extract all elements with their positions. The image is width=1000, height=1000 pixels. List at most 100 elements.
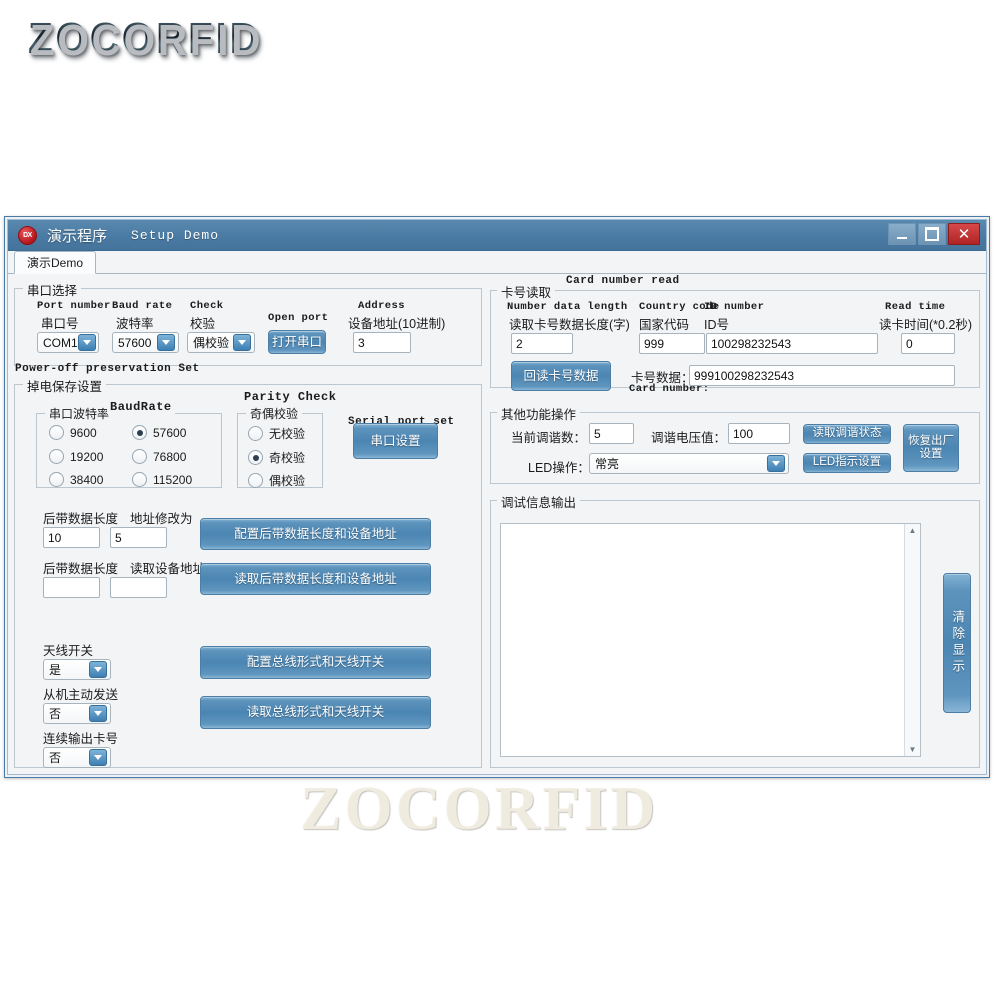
read-time-label-cn: 读卡时间(*0.2秒) [879,318,973,332]
read-bus-antenna-button[interactable]: 读取总线形式和天线开关 [200,696,431,729]
card-read-group: 卡号读取 Card number read Number data length… [490,275,980,395]
config-length-address-button[interactable]: 配置后带数据长度和设备地址 [200,518,431,550]
window-inner: DX 演示程序 Setup Demo ✕ 演示Demo 串口选择 Port nu… [7,219,987,843]
read-time-label-en: Read time [885,301,946,313]
radio-indicator [248,426,263,441]
maximize-button[interactable] [918,223,946,245]
chevron-down-icon[interactable] [157,334,175,351]
id-number-input[interactable]: 100298232543 [706,333,878,354]
radio-9600[interactable]: 9600 [49,425,97,440]
chevron-down-icon[interactable] [89,705,107,722]
address-read-input[interactable] [110,577,167,598]
serial-select-group: 串口选择 Port number 串口号 COM1 Baud rate 波特率 … [14,280,482,366]
chevron-down-icon[interactable] [233,334,251,351]
read-length-address-button[interactable]: 读取后带数据长度和设备地址 [200,563,431,595]
slave-send-label: 从机主动发送 [43,688,119,702]
read-tune-status-button[interactable]: 读取调谐状态 [803,424,891,444]
radio-76800[interactable]: 76800 [132,449,186,464]
baudrate-group-label-cn: 串口波特率 [45,405,114,422]
radio-indicator-selected [132,425,147,440]
tab-demo[interactable]: 演示Demo [14,251,97,274]
led-operation-select[interactable]: 常亮 [589,453,789,474]
window-controls: ✕ [888,223,980,245]
continuous-output-select[interactable]: 否 [43,747,111,768]
minimize-button[interactable] [888,223,916,245]
tune-count-label: 当前调谐数： [511,431,587,445]
radio-label: 115200 [153,472,193,487]
port-number-select[interactable]: COM1 [37,332,99,353]
card-read-group-label-cn: 卡号读取 [497,282,556,301]
close-button[interactable]: ✕ [948,223,980,245]
scroll-down-icon[interactable]: ▼ [909,743,917,756]
read-time-input[interactable]: 0 [901,333,955,354]
check-select[interactable]: 偶校验 [187,332,255,353]
tune-voltage-input[interactable]: 100 [728,423,790,444]
address-label-en: Address [358,300,405,312]
led-operation-label: LED操作： [528,461,590,475]
open-port-button[interactable]: 打开串口 [268,330,326,354]
check-label-cn: 校验 [190,317,216,331]
chevron-down-icon[interactable] [767,455,785,472]
debug-output-group-label: 调试信息输出 [497,492,581,511]
tune-voltage-label: 调谐电压值： [651,431,727,445]
card-number-output[interactable]: 999100298232543 [689,365,955,386]
chevron-down-icon[interactable] [89,749,107,766]
factory-reset-button[interactable]: 恢复出厂 设置 [903,424,959,472]
power-off-group-label-en: Power-off preservation Set [15,363,200,375]
port-number-label-en: Port number [37,300,111,312]
radio-19200[interactable]: 19200 [49,449,103,464]
radio-indicator [49,449,64,464]
antenna-switch-select[interactable]: 是 [43,659,111,680]
parity-group-label-en: Parity Check [244,390,337,404]
tail-length-read-input[interactable] [43,577,100,598]
slave-send-select[interactable]: 否 [43,703,111,724]
readback-card-button[interactable]: 回读卡号数据 [511,361,611,391]
serial-select-group-label: 串口选择 [23,280,82,299]
radio-label: 偶校验 [269,474,306,488]
open-port-label-en: Open port [268,312,329,324]
clear-display-button[interactable]: 清除显示 [943,573,971,713]
watermark-zocorfid: ZOCORFID [300,775,659,843]
radio-label: 无校验 [269,427,306,441]
check-label-en: Check [190,300,224,312]
baud-rate-label-cn: 波特率 [116,317,154,331]
country-code-label-cn: 国家代码 [639,318,690,332]
address-input[interactable]: 3 [353,332,411,353]
radio-odd-parity[interactable]: 奇校验 [248,449,305,466]
serial-port-set-button[interactable]: 串口设置 [353,423,438,459]
address-modify-input[interactable]: 5 [110,527,167,548]
radio-57600[interactable]: 57600 [132,425,186,440]
left-column: 串口选择 Port number 串口号 COM1 Baud rate 波特率 … [14,280,482,768]
check-value: 偶校验 [193,336,230,350]
address-modify-label: 地址修改为 [130,512,193,526]
radio-115200[interactable]: 115200 [132,472,192,487]
chevron-down-icon[interactable] [89,661,107,678]
radio-indicator [49,472,64,487]
address-label-cn: 设备地址(10进制) [348,317,446,331]
radio-even-parity[interactable]: 偶校验 [248,472,305,489]
radio-38400[interactable]: 38400 [49,472,103,487]
id-number-label-cn: ID号 [704,318,730,332]
form-body: 串口选择 Port number 串口号 COM1 Baud rate 波特率 … [8,274,986,843]
tail-length-input[interactable]: 10 [43,527,100,548]
radio-no-parity[interactable]: 无校验 [248,425,305,442]
baudrate-group-label-en: BaudRate [107,400,175,414]
baud-rate-value: 57600 [118,335,152,350]
config-bus-antenna-button[interactable]: 配置总线形式和天线开关 [200,646,431,679]
radio-label: 57600 [153,425,187,440]
other-functions-group: 其他功能操作 当前调谐数： 5 调谐电压值： 100 LED操作： 常亮 读取调… [490,404,980,484]
address-read-label: 读取设备地址 [130,562,206,576]
tab-strip: 演示Demo [8,251,986,274]
application-window: DX 演示程序 Setup Demo ✕ 演示Demo 串口选择 Port nu… [4,216,990,843]
number-data-length-input[interactable]: 2 [511,333,573,354]
id-number-label-en: ID number [704,301,765,313]
debug-output-textarea[interactable]: ▲ ▼ [500,523,921,757]
scroll-up-icon[interactable]: ▲ [909,524,917,537]
country-code-input[interactable]: 999 [639,333,705,354]
led-indicator-set-button[interactable]: LED指示设置 [803,453,891,473]
chevron-down-icon[interactable] [77,334,96,351]
tune-count-input[interactable]: 5 [589,423,634,444]
baud-rate-select[interactable]: 57600 [112,332,179,353]
debug-scrollbar[interactable]: ▲ ▼ [904,524,920,756]
tab-strip-filler [96,252,986,274]
